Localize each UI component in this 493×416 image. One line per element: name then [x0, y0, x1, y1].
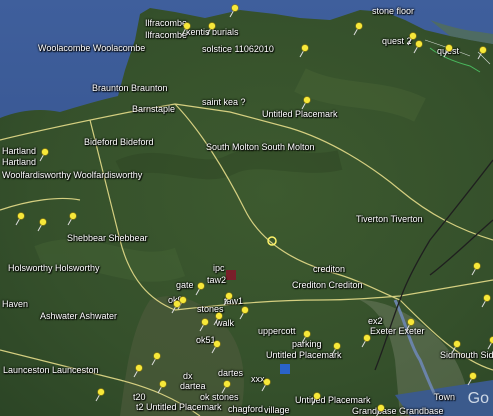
pushpin-icon[interactable]	[38, 148, 50, 162]
pushpin-icon[interactable]	[480, 294, 492, 308]
pushpin-icon[interactable]	[486, 336, 493, 350]
pushpin-icon[interactable]	[442, 44, 454, 58]
place-label[interactable]: crediton	[313, 264, 345, 274]
place-label[interactable]: gate	[176, 280, 194, 290]
place-label[interactable]: Untitled Placemark	[262, 109, 338, 119]
place-label[interactable]: Crediton Crediton	[292, 280, 363, 290]
place-label[interactable]: Hartland	[2, 146, 36, 156]
map-viewport[interactable]: Ilfracombe Ilfracombe kentis burials sto…	[0, 0, 493, 416]
pushpin-icon[interactable]	[205, 22, 217, 36]
pushpin-icon[interactable]	[360, 334, 372, 348]
pushpin-icon[interactable]	[374, 404, 386, 416]
place-label[interactable]: chagford	[228, 404, 263, 414]
place-label[interactable]: village	[264, 405, 290, 415]
pushpin-icon[interactable]	[470, 262, 482, 276]
pushpin-icon[interactable]	[198, 318, 210, 332]
pushpin-icon[interactable]	[330, 342, 342, 356]
place-label[interactable]: solstice 11062010	[202, 44, 274, 54]
map-watermark: Go	[467, 390, 489, 407]
place-label[interactable]: Woolacombe Woolacombe	[38, 43, 145, 53]
pushpin-icon[interactable]	[476, 46, 488, 60]
satellite-basemap	[0, 0, 493, 416]
pushpin-icon[interactable]	[212, 312, 224, 326]
place-label[interactable]: t2 Untitled Placemark	[136, 402, 222, 412]
place-label[interactable]: taw2	[207, 275, 226, 285]
pushpin-icon[interactable]	[298, 44, 310, 58]
place-label[interactable]: Tiverton Tiverton	[356, 214, 423, 224]
pushpin-icon[interactable]	[194, 282, 206, 296]
pushpin-icon[interactable]	[220, 380, 232, 394]
place-label[interactable]: Barnstaple	[132, 104, 175, 114]
place-label[interactable]: South Molton South Molton	[206, 142, 315, 152]
pushpin-icon[interactable]	[238, 306, 250, 320]
place-label[interactable]: dartea	[180, 381, 206, 391]
place-label[interactable]: ex2	[368, 316, 383, 326]
place-label[interactable]: Braunton Braunton	[92, 83, 168, 93]
place-label[interactable]: dartes	[218, 368, 243, 378]
place-label[interactable]: Town	[434, 392, 455, 402]
pushpin-icon[interactable]	[150, 352, 162, 366]
pushpin-icon[interactable]	[300, 96, 312, 110]
pushpin-icon[interactable]	[36, 218, 48, 232]
pushpin-icon[interactable]	[310, 392, 322, 406]
place-label[interactable]: Sidmouth Sidmouth	[440, 350, 493, 360]
place-label[interactable]: Shebbear Shebbear	[67, 233, 148, 243]
place-label[interactable]: Holsworthy Holsworthy	[8, 263, 100, 273]
place-label[interactable]: dx	[183, 371, 193, 381]
pushpin-icon[interactable]	[180, 22, 192, 36]
pushpin-icon[interactable]	[94, 388, 106, 402]
place-label[interactable]: Exeter Exeter	[370, 326, 425, 336]
place-label[interactable]: Hartland	[2, 157, 36, 167]
pushpin-icon[interactable]	[352, 22, 364, 36]
pushpin-icon[interactable]	[170, 300, 182, 314]
place-label[interactable]: stone floor	[372, 6, 414, 16]
pushpin-icon[interactable]	[156, 380, 168, 394]
pushpin-icon[interactable]	[222, 292, 234, 306]
place-label[interactable]: Woolfardisworthy Woolfardisworthy	[2, 170, 142, 180]
place-label[interactable]: Launceston Launceston	[3, 365, 99, 375]
pushpin-icon[interactable]	[132, 364, 144, 378]
place-label[interactable]: t20	[133, 392, 146, 402]
place-label[interactable]: Untitled Placemark	[295, 395, 371, 405]
pushpin-icon[interactable]	[300, 330, 312, 344]
pushpin-icon[interactable]	[450, 340, 462, 354]
pushpin-icon[interactable]	[228, 4, 240, 18]
pushpin-icon[interactable]	[404, 318, 416, 332]
pushpin-icon[interactable]	[412, 40, 424, 54]
place-label[interactable]: saint kea ?	[202, 97, 246, 107]
place-label[interactable]: Haven	[2, 299, 28, 309]
place-label[interactable]: Bideford Bideford	[84, 137, 154, 147]
pushpin-icon[interactable]	[466, 372, 478, 386]
pushpin-icon[interactable]	[14, 212, 26, 226]
pushpin-icon[interactable]	[260, 378, 272, 392]
place-label[interactable]: Ashwater Ashwater	[40, 311, 117, 321]
place-label[interactable]: ipc	[213, 263, 225, 273]
pushpin-icon[interactable]	[210, 340, 222, 354]
pushpin-icon[interactable]	[66, 212, 78, 226]
place-label[interactable]: uppercott	[258, 326, 296, 336]
place-label[interactable]: Grandbase Grandbase	[352, 406, 444, 416]
